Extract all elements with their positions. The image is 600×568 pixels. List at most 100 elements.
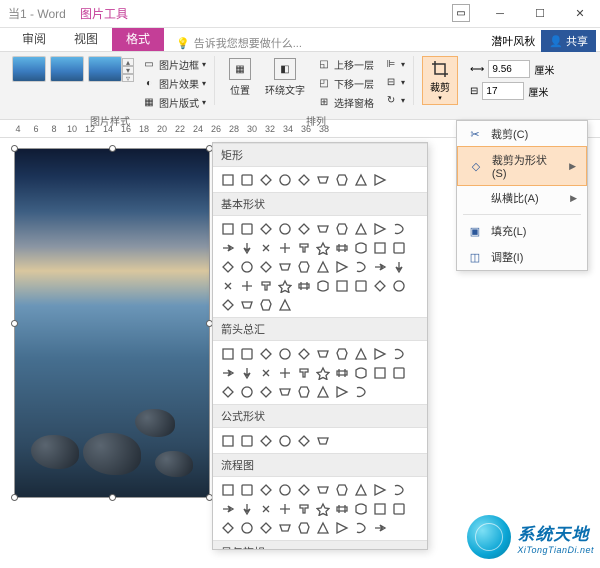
shape-option[interactable] [333, 277, 350, 294]
shape-option[interactable] [333, 519, 350, 536]
shape-option[interactable] [238, 171, 255, 188]
shape-option[interactable] [352, 481, 369, 498]
shape-option[interactable] [238, 364, 255, 381]
shape-option[interactable] [257, 519, 274, 536]
shape-option[interactable] [371, 277, 388, 294]
shape-option[interactable] [276, 171, 293, 188]
shape-option[interactable] [390, 364, 407, 381]
shape-option[interactable] [352, 383, 369, 400]
shape-option[interactable] [371, 345, 388, 362]
crop-menu-crop-to-shape[interactable]: ◇ 裁剪为形状(S) ▶ [457, 146, 587, 186]
shape-option[interactable] [276, 500, 293, 517]
shape-option[interactable] [333, 383, 350, 400]
shape-option[interactable] [371, 171, 388, 188]
shape-option[interactable] [219, 239, 236, 256]
width-input[interactable]: ⊟ 17 厘米 [470, 82, 554, 100]
maximize-button[interactable]: ☐ [520, 0, 560, 28]
shape-option[interactable] [295, 481, 312, 498]
tab-view[interactable]: 视图 [60, 26, 112, 51]
selected-picture[interactable] [14, 148, 210, 498]
shape-option[interactable] [219, 481, 236, 498]
picture-effects-button[interactable]: ◐图片效果▾ [140, 75, 208, 92]
shape-option[interactable] [314, 519, 331, 536]
shape-option[interactable] [390, 220, 407, 237]
shape-option[interactable] [314, 383, 331, 400]
shape-option[interactable] [314, 432, 331, 449]
shape-option[interactable] [238, 432, 255, 449]
resize-handle[interactable] [109, 494, 116, 501]
bring-forward-button[interactable]: ◱上移一层 [315, 56, 376, 73]
shape-option[interactable] [238, 519, 255, 536]
shape-option[interactable] [238, 383, 255, 400]
shape-option[interactable] [257, 345, 274, 362]
shape-option[interactable] [314, 171, 331, 188]
shape-option[interactable] [238, 500, 255, 517]
shape-option[interactable] [390, 500, 407, 517]
shape-option[interactable] [238, 345, 255, 362]
shape-option[interactable] [333, 239, 350, 256]
shape-option[interactable] [276, 220, 293, 237]
shape-option[interactable] [276, 519, 293, 536]
minimize-button[interactable]: ─ [480, 0, 520, 28]
shape-option[interactable] [371, 258, 388, 275]
shape-option[interactable] [219, 296, 236, 313]
shape-option[interactable] [257, 258, 274, 275]
send-backward-button[interactable]: ◰下移一层 [315, 75, 376, 92]
shape-option[interactable] [352, 220, 369, 237]
shape-option[interactable] [314, 364, 331, 381]
shape-option[interactable] [219, 258, 236, 275]
shape-option[interactable] [352, 277, 369, 294]
shape-option[interactable] [257, 500, 274, 517]
shape-option[interactable] [238, 220, 255, 237]
style-thumb[interactable] [12, 56, 46, 82]
ribbon-display-options-icon[interactable]: ▭ [452, 4, 470, 22]
shape-option[interactable] [276, 383, 293, 400]
shape-option[interactable] [295, 364, 312, 381]
shape-option[interactable] [238, 258, 255, 275]
shape-option[interactable] [238, 481, 255, 498]
shape-option[interactable] [219, 383, 236, 400]
shape-option[interactable] [295, 277, 312, 294]
resize-handle[interactable] [109, 145, 116, 152]
shape-option[interactable] [352, 239, 369, 256]
gallery-more-button[interactable]: ▴▾▿ [122, 56, 134, 84]
shape-option[interactable] [352, 258, 369, 275]
shape-option[interactable] [314, 239, 331, 256]
shape-option[interactable] [333, 481, 350, 498]
shape-option[interactable] [219, 277, 236, 294]
shape-option[interactable] [257, 171, 274, 188]
shape-option[interactable] [295, 519, 312, 536]
shape-option[interactable] [257, 220, 274, 237]
shape-option[interactable] [257, 481, 274, 498]
shape-option[interactable] [333, 345, 350, 362]
shape-option[interactable] [371, 519, 388, 536]
shape-option[interactable] [295, 171, 312, 188]
shape-option[interactable] [238, 277, 255, 294]
shape-option[interactable] [371, 239, 388, 256]
shape-option[interactable] [371, 500, 388, 517]
shape-option[interactable] [371, 364, 388, 381]
crop-menu-fill[interactable]: ▣ 填充(L) [457, 218, 587, 244]
shape-option[interactable] [371, 220, 388, 237]
shape-option[interactable] [276, 258, 293, 275]
shape-option[interactable] [333, 220, 350, 237]
crop-button[interactable]: 裁剪 ▾ [422, 56, 458, 105]
picture-border-button[interactable]: ▭图片边框▾ [140, 56, 208, 73]
shape-option[interactable] [390, 258, 407, 275]
picture-layout-button[interactable]: ▦图片版式▾ [140, 94, 208, 111]
style-thumb[interactable] [50, 56, 84, 82]
close-button[interactable]: ✕ [560, 0, 600, 28]
picture-styles-gallery[interactable] [12, 56, 122, 82]
shape-option[interactable] [219, 500, 236, 517]
shape-option[interactable] [295, 383, 312, 400]
shape-option[interactable] [314, 500, 331, 517]
crop-menu-crop[interactable]: ✂ 裁剪(C) [457, 121, 587, 147]
shape-option[interactable] [219, 364, 236, 381]
shape-option[interactable] [295, 432, 312, 449]
shape-option[interactable] [257, 364, 274, 381]
shape-option[interactable] [276, 481, 293, 498]
shape-option[interactable] [352, 500, 369, 517]
height-input[interactable]: ⟷ 9.56 厘米 [470, 60, 554, 78]
shape-option[interactable] [314, 258, 331, 275]
shape-option[interactable] [295, 345, 312, 362]
